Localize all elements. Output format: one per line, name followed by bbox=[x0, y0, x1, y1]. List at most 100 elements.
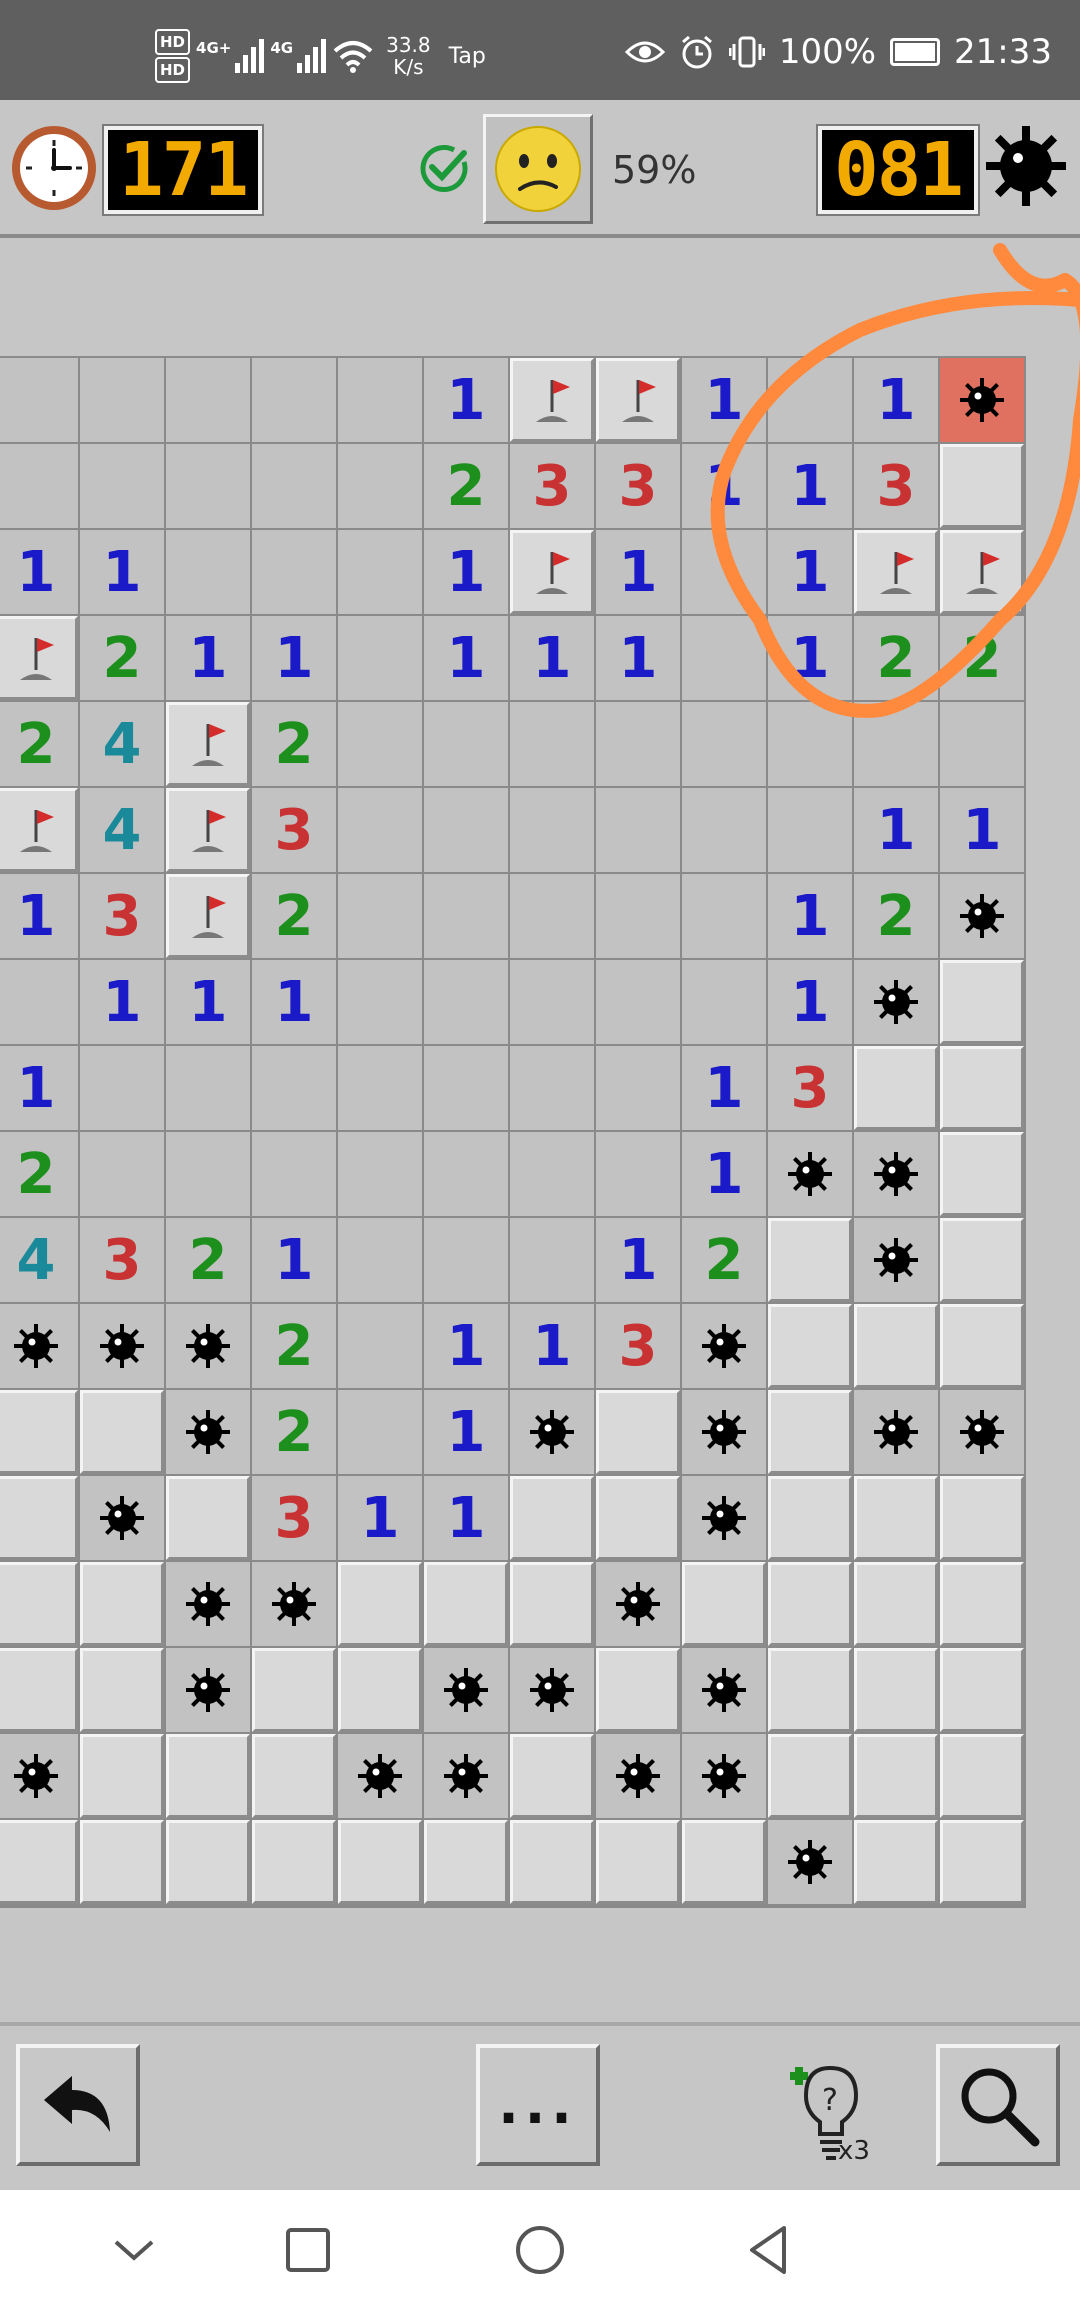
board-cell[interactable] bbox=[596, 1820, 680, 1904]
board-cell[interactable] bbox=[252, 444, 336, 528]
board-cell[interactable] bbox=[596, 1046, 680, 1130]
recents-square-icon[interactable] bbox=[278, 2220, 338, 2280]
board-cell[interactable] bbox=[940, 530, 1024, 614]
board-cell[interactable] bbox=[338, 1304, 422, 1388]
board-cell[interactable] bbox=[940, 1218, 1024, 1302]
check-circle-icon[interactable] bbox=[418, 142, 470, 194]
board-cell[interactable] bbox=[166, 788, 250, 872]
board-cell[interactable] bbox=[338, 1390, 422, 1474]
board-cell[interactable] bbox=[80, 358, 164, 442]
board-cell[interactable] bbox=[854, 960, 938, 1044]
board-cell[interactable]: 1 bbox=[854, 788, 938, 872]
board-cell[interactable]: 1 bbox=[424, 616, 508, 700]
board-cell[interactable] bbox=[940, 1734, 1024, 1818]
board-cell[interactable] bbox=[768, 1734, 852, 1818]
board-cell[interactable]: 1 bbox=[252, 960, 336, 1044]
board-cell[interactable] bbox=[252, 1734, 336, 1818]
board-cell[interactable] bbox=[510, 1648, 594, 1732]
board-cell[interactable]: 2 bbox=[0, 702, 78, 786]
board-cell[interactable] bbox=[682, 1648, 766, 1732]
board-cell[interactable]: 2 bbox=[252, 1304, 336, 1388]
board-cell[interactable]: 3 bbox=[854, 444, 938, 528]
board-cell[interactable] bbox=[338, 358, 422, 442]
board-cell[interactable] bbox=[940, 1046, 1024, 1130]
board-cell[interactable] bbox=[252, 358, 336, 442]
board-cell[interactable] bbox=[940, 1476, 1024, 1560]
board-cell[interactable] bbox=[596, 1132, 680, 1216]
board-cell[interactable] bbox=[338, 444, 422, 528]
board-cell[interactable] bbox=[596, 1734, 680, 1818]
board-cell[interactable] bbox=[854, 1304, 938, 1388]
board-cell[interactable] bbox=[768, 788, 852, 872]
board-cell[interactable]: 1 bbox=[768, 960, 852, 1044]
home-circle-icon[interactable] bbox=[510, 2220, 570, 2280]
board-cell[interactable]: 1 bbox=[596, 616, 680, 700]
board-cell[interactable] bbox=[596, 874, 680, 958]
board-cell[interactable] bbox=[510, 874, 594, 958]
board-cell[interactable]: 1 bbox=[510, 1304, 594, 1388]
board-cell[interactable] bbox=[854, 1132, 938, 1216]
board-cell[interactable] bbox=[166, 444, 250, 528]
board-cell[interactable]: 4 bbox=[80, 788, 164, 872]
board-cell[interactable] bbox=[940, 444, 1024, 528]
board-cell[interactable] bbox=[0, 788, 78, 872]
board-cell[interactable] bbox=[768, 1476, 852, 1560]
board-cell[interactable] bbox=[854, 1648, 938, 1732]
board-cell[interactable] bbox=[0, 960, 78, 1044]
board-cell[interactable]: 1 bbox=[424, 358, 508, 442]
board-cell[interactable] bbox=[424, 1132, 508, 1216]
board-cell[interactable]: 1 bbox=[424, 530, 508, 614]
board-cell[interactable]: 1 bbox=[768, 530, 852, 614]
board-cell[interactable] bbox=[0, 1476, 78, 1560]
board-cell[interactable] bbox=[0, 358, 78, 442]
board-cell[interactable] bbox=[80, 1046, 164, 1130]
board-cell[interactable] bbox=[0, 1304, 78, 1388]
board-cell[interactable]: 1 bbox=[424, 1390, 508, 1474]
board-cell[interactable]: 1 bbox=[424, 1476, 508, 1560]
board-cell[interactable] bbox=[0, 1562, 78, 1646]
board-cell[interactable] bbox=[682, 1562, 766, 1646]
board-cell[interactable] bbox=[166, 874, 250, 958]
board-cell[interactable] bbox=[424, 1562, 508, 1646]
board-cell[interactable] bbox=[0, 444, 78, 528]
board-cell[interactable] bbox=[510, 1734, 594, 1818]
board-cell[interactable] bbox=[338, 788, 422, 872]
board-cell[interactable] bbox=[0, 1734, 78, 1818]
board-cell[interactable]: 1 bbox=[768, 616, 852, 700]
board-cell[interactable] bbox=[338, 616, 422, 700]
board-cell[interactable]: 2 bbox=[252, 874, 336, 958]
board-cell[interactable] bbox=[940, 1304, 1024, 1388]
board-cell[interactable]: 3 bbox=[510, 444, 594, 528]
board-cell[interactable] bbox=[252, 1562, 336, 1646]
board-cell[interactable] bbox=[940, 1648, 1024, 1732]
board-cell[interactable]: 1 bbox=[682, 1046, 766, 1130]
board-cell[interactable] bbox=[768, 1390, 852, 1474]
more-button[interactable]: ... bbox=[476, 2044, 600, 2166]
board-cell[interactable] bbox=[940, 1390, 1024, 1474]
board-cell[interactable]: 1 bbox=[682, 1132, 766, 1216]
board-cell[interactable] bbox=[940, 702, 1024, 786]
board-cell[interactable] bbox=[768, 702, 852, 786]
board-cell[interactable] bbox=[80, 1562, 164, 1646]
board-cell[interactable] bbox=[166, 1648, 250, 1732]
board-cell[interactable] bbox=[252, 530, 336, 614]
board-cell[interactable]: 2 bbox=[424, 444, 508, 528]
chevron-down-icon[interactable] bbox=[104, 2220, 164, 2280]
board-cell[interactable] bbox=[596, 960, 680, 1044]
board-cell[interactable] bbox=[338, 1046, 422, 1130]
board-cell[interactable]: 1 bbox=[166, 960, 250, 1044]
board-cell[interactable] bbox=[0, 1390, 78, 1474]
board-cell[interactable] bbox=[166, 1562, 250, 1646]
board-cell[interactable] bbox=[510, 788, 594, 872]
board-cell[interactable] bbox=[338, 1218, 422, 1302]
gear-mine-icon[interactable] bbox=[982, 122, 1070, 210]
board-cell[interactable] bbox=[252, 1820, 336, 1904]
board-cell[interactable] bbox=[682, 702, 766, 786]
board-cell[interactable] bbox=[854, 1218, 938, 1302]
board-cell[interactable] bbox=[166, 1390, 250, 1474]
board-cell[interactable] bbox=[424, 1734, 508, 1818]
board-cell[interactable] bbox=[854, 702, 938, 786]
board-cell[interactable] bbox=[682, 1820, 766, 1904]
board-cell[interactable] bbox=[252, 1132, 336, 1216]
board-cell[interactable] bbox=[338, 702, 422, 786]
